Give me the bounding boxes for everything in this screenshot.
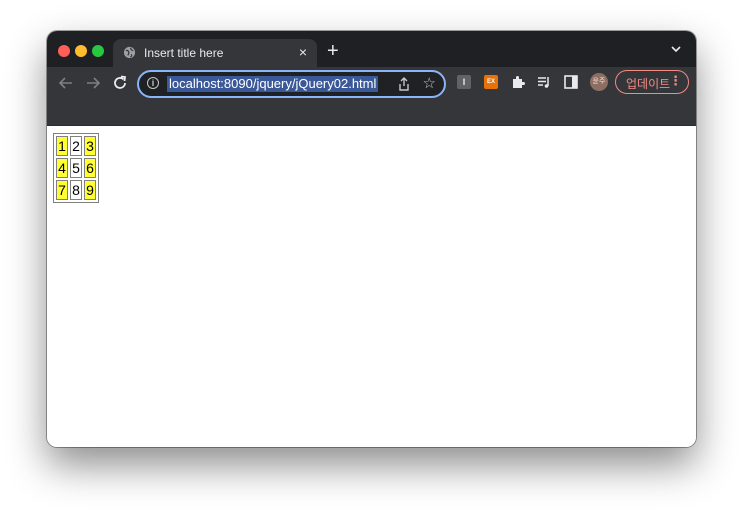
info-icon[interactable]: i <box>147 77 159 89</box>
table-row: 123 <box>56 136 96 156</box>
table-cell: 3 <box>84 136 96 156</box>
address-bar[interactable]: i localhost:8090/jquery/jQuery02.html ☆ <box>137 70 446 98</box>
minimize-window-button[interactable] <box>75 45 87 57</box>
table-cell: 5 <box>70 158 82 178</box>
bookmark-star-icon[interactable]: ☆ <box>423 75 436 93</box>
table-cell: 7 <box>56 180 68 200</box>
puzzle-icon[interactable] <box>510 74 526 90</box>
table-cell: 4 <box>56 158 68 178</box>
extension-ex-icon[interactable]: EX <box>484 75 498 89</box>
close-window-button[interactable] <box>58 45 70 57</box>
share-icon[interactable] <box>396 76 412 92</box>
avatar[interactable]: 윤주 <box>590 73 608 91</box>
table-row: 456 <box>56 158 96 178</box>
new-tab-button[interactable]: + <box>327 39 339 63</box>
url-text[interactable]: localhost:8090/jquery/jQuery02.html <box>167 76 379 92</box>
table-cell: 2 <box>70 136 82 156</box>
tab-title: Insert title here <box>144 46 224 60</box>
extension-i-icon[interactable]: I <box>457 75 471 89</box>
update-button[interactable]: 업데이트 ⋮ <box>615 70 689 94</box>
side-panel-icon[interactable] <box>564 75 578 89</box>
number-table: 123456789 <box>53 133 99 203</box>
table-cell: 8 <box>70 180 82 200</box>
zoom-window-button[interactable] <box>92 45 104 57</box>
bookmark-bar <box>47 99 696 126</box>
table-cell: 6 <box>84 158 96 178</box>
table-cell: 9 <box>84 180 96 200</box>
table-row: 789 <box>56 180 96 200</box>
table-cell: 1 <box>56 136 68 156</box>
tab-close-icon[interactable]: × <box>299 44 307 60</box>
tab-active[interactable]: Insert title here × <box>113 39 317 67</box>
forward-arrow-icon[interactable] <box>83 73 103 93</box>
more-menu-icon[interactable]: ⋮ <box>669 74 682 88</box>
back-arrow-icon[interactable] <box>56 73 76 93</box>
title-bar: Insert title here × + <box>47 31 696 67</box>
chevron-down-icon[interactable] <box>670 43 682 55</box>
toolbar: i localhost:8090/jquery/jQuery02.html ☆ … <box>47 67 696 99</box>
page-content: 123456789 <box>47 126 696 447</box>
update-label: 업데이트 <box>626 77 671 91</box>
browser-window: Insert title here × + i localhost:8090/j… <box>47 31 696 447</box>
globe-icon <box>123 46 136 59</box>
reload-icon[interactable] <box>110 73 130 93</box>
reading-list-icon[interactable] <box>536 74 552 90</box>
